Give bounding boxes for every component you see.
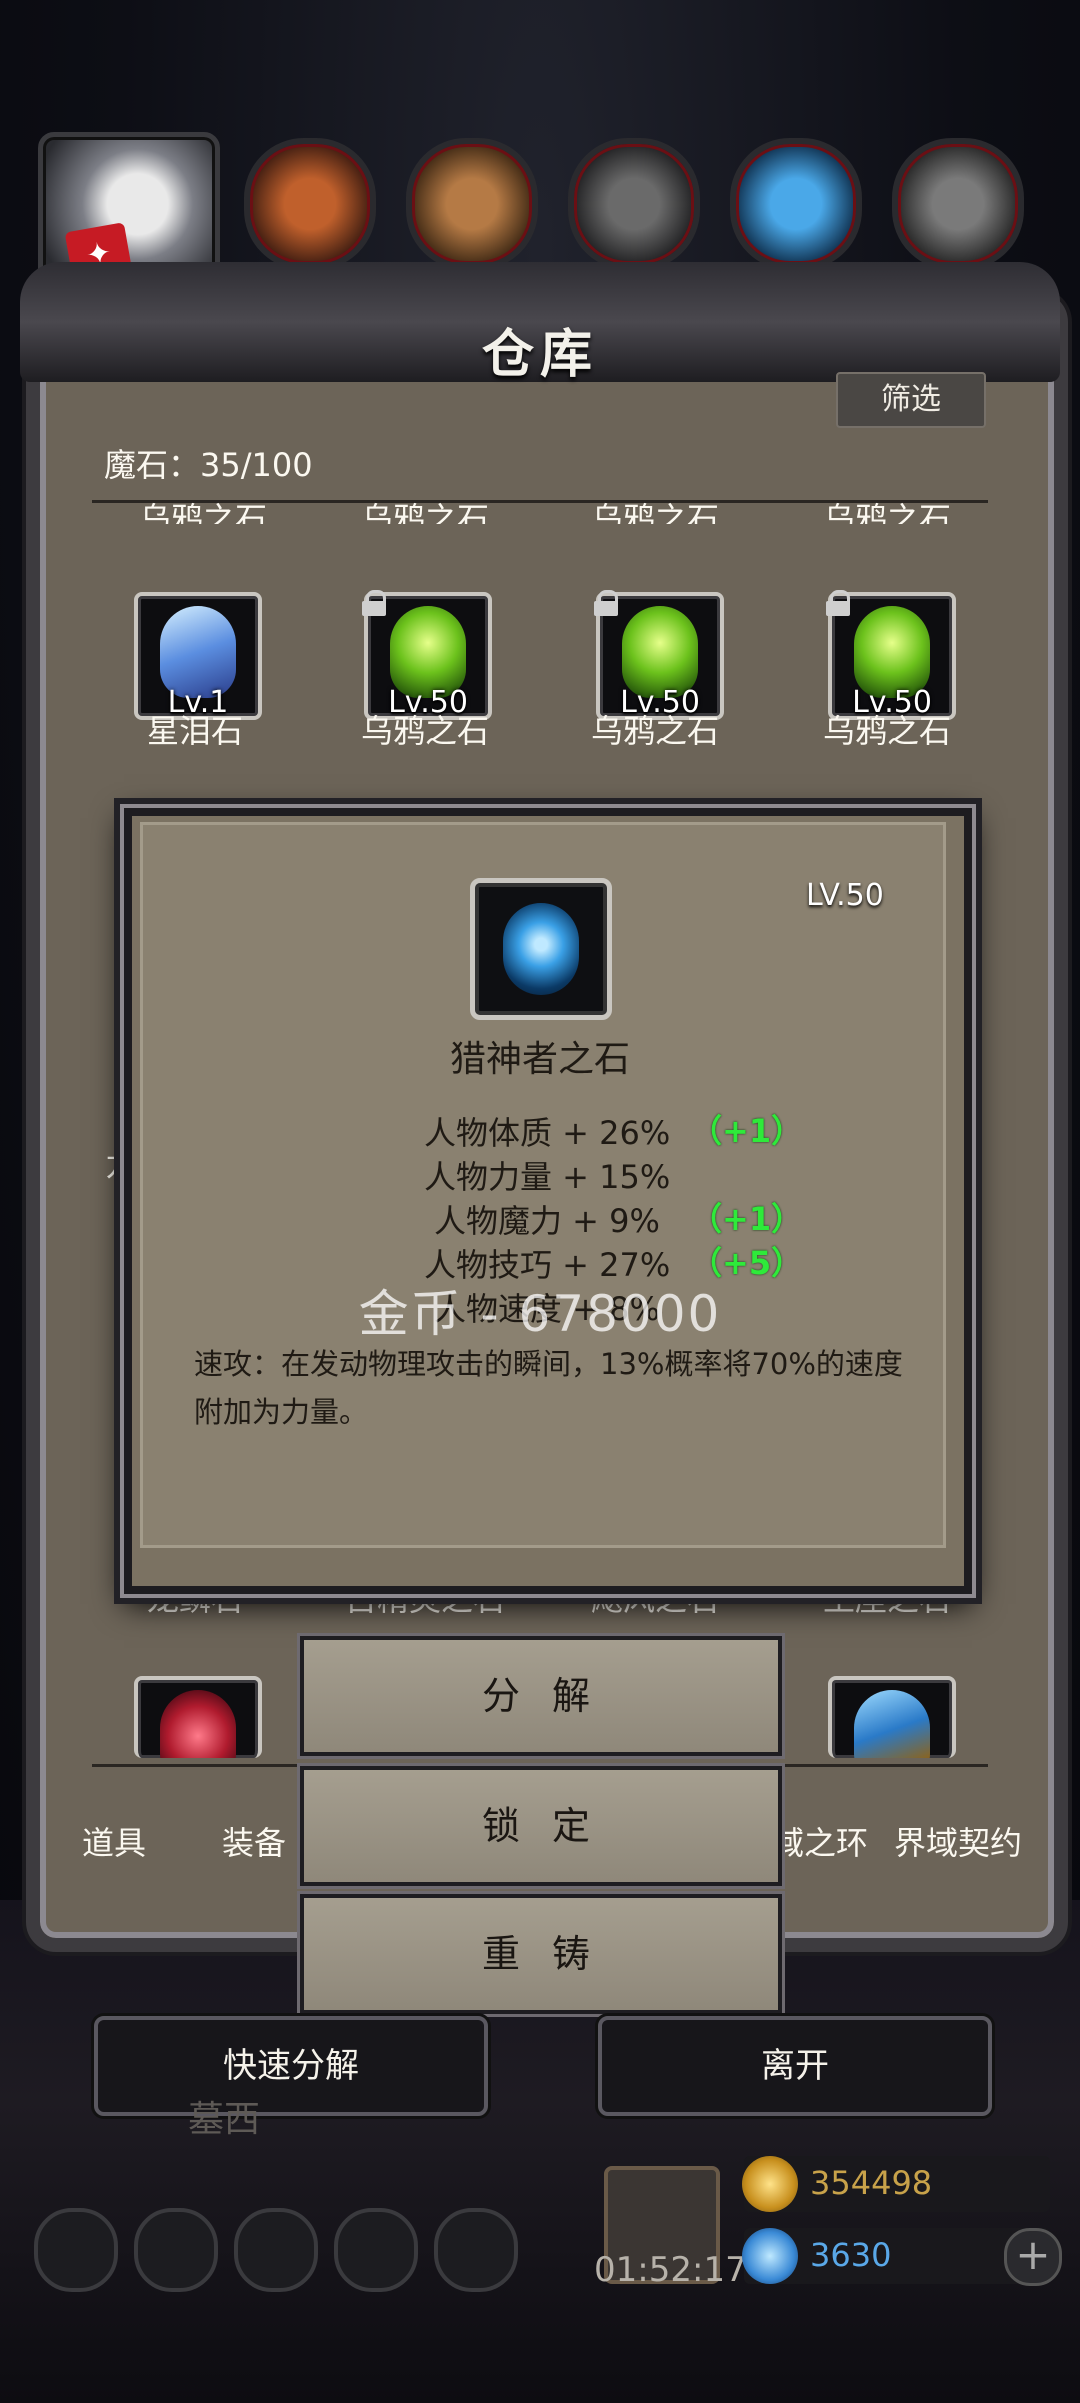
gem-currency-icon [742, 2228, 798, 2284]
decompose-button[interactable]: 分 解 [300, 1636, 782, 1756]
lock-button[interactable]: 锁 定 [300, 1766, 782, 1886]
item-slot[interactable] [828, 1676, 956, 1758]
item-label: 星泪石 [146, 712, 243, 750]
stat-bonus: （+1） [690, 1200, 804, 1238]
resource-stone-icon [568, 138, 700, 270]
map-icon[interactable] [434, 2208, 518, 2292]
gold-coin-icon [742, 2156, 798, 2212]
stat-bonus: （+1） [690, 1112, 804, 1150]
item-label: 乌鸦之石 [590, 712, 719, 750]
recast-button[interactable]: 重 铸 [300, 1894, 782, 2014]
resource-wood-icon [406, 138, 538, 270]
item-label: 乌鸦之石 [822, 712, 951, 750]
gold-amount: 354498 [810, 2164, 933, 2202]
red-gem-icon [160, 1690, 236, 1758]
leave-button[interactable]: 离开 [598, 2016, 992, 2116]
lock-icon [594, 590, 618, 616]
resource-ore-icon [244, 138, 376, 270]
resource-crystal-icon [730, 138, 862, 270]
item-slot[interactable]: Lv.1 [134, 592, 262, 720]
blue-gold-gem-icon [854, 1690, 930, 1758]
background-location-label: 墓西 [188, 2099, 261, 2140]
tab-domain-ring[interactable]: 域之环 [772, 1818, 868, 1864]
item-slot[interactable]: Lv.50 [826, 590, 956, 720]
quick-decompose-button[interactable]: 快速分解 [94, 2016, 488, 2116]
star-icon[interactable] [134, 2208, 218, 2292]
stat-line: 人物体质 + 26% [424, 1114, 671, 1152]
stat-line: 人物魔力 + 9% [434, 1202, 660, 1240]
lock-icon [362, 590, 386, 616]
gem-amount: 3630 [810, 2236, 892, 2274]
item-label: 乌鸦之石 [360, 712, 489, 750]
gift-timer: 01:52:17 [594, 2250, 747, 2290]
gold-cost-notice: 金币 - 678000 [358, 1285, 722, 1343]
lock-icon [826, 590, 850, 616]
resource-iron-icon [892, 138, 1024, 270]
item-slot[interactable] [134, 1676, 262, 1758]
item-label: 乌鸦之石 [360, 500, 489, 524]
item-label: 乌鸦之石 [138, 500, 267, 524]
item-label: 乌鸦之石 [822, 500, 951, 524]
item-slot[interactable]: Lv.50 [594, 590, 724, 720]
item-level: LV.50 [806, 878, 884, 913]
stone-count: 魔石：35/100 [104, 446, 313, 484]
tab-items[interactable]: 道具 [82, 1818, 146, 1864]
tab-domain-contract[interactable]: 界域契约 [894, 1818, 1022, 1864]
filter-button[interactable]: 筛选 [836, 372, 986, 428]
item-slot[interactable]: Lv.50 [362, 590, 492, 720]
item-name: 猎神者之石 [449, 1039, 630, 1080]
skill-description: 速攻：在发动物理攻击的瞬间，13%概率将70%的速度附加为力量。 [194, 1347, 903, 1429]
hunter-stone-icon [503, 903, 579, 995]
stat-line: 人物力量 + 15% [424, 1158, 671, 1196]
mail-icon[interactable] [334, 2208, 418, 2292]
settings-icon[interactable] [34, 2208, 118, 2292]
item-icon-frame [470, 878, 612, 1020]
add-currency-button[interactable]: + [1004, 2228, 1062, 2286]
item-label: 乌鸦之石 [590, 500, 719, 524]
guild-icon[interactable] [234, 2208, 318, 2292]
tab-equipment[interactable]: 装备 [222, 1818, 286, 1864]
